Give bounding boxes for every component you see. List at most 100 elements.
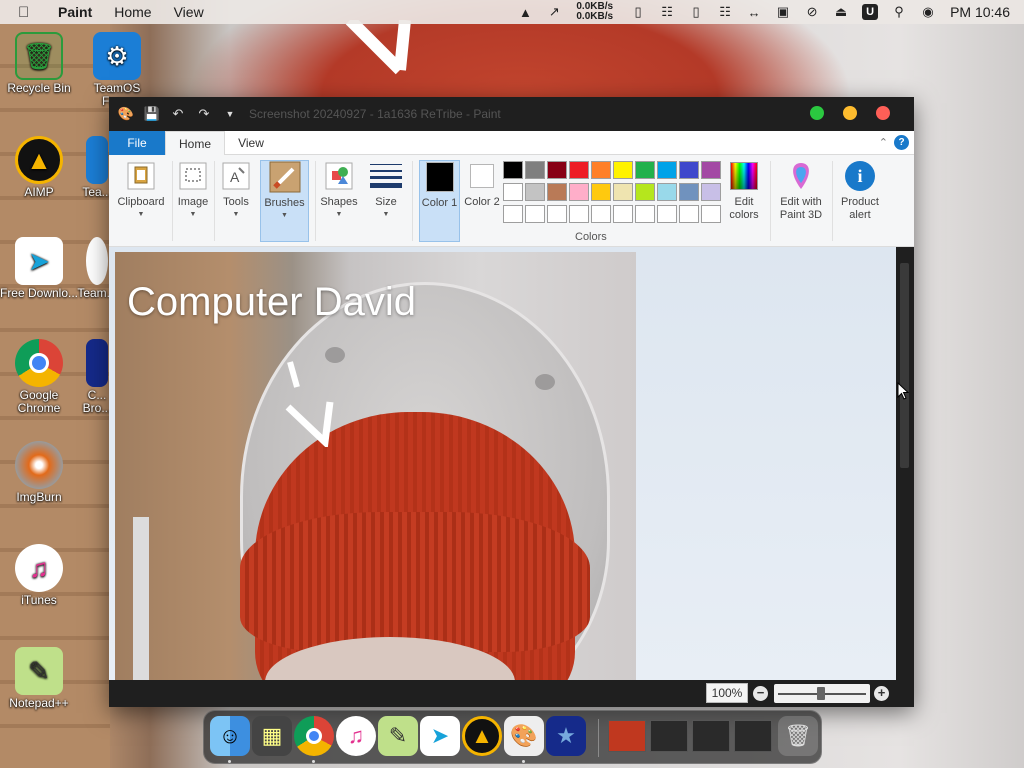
redo-icon[interactable]: ↷ — [195, 105, 213, 123]
phone-icon[interactable]: ▯ — [626, 0, 650, 24]
edit-colors-button[interactable]: Edit colors — [723, 160, 765, 242]
palette-swatch[interactable] — [503, 205, 523, 223]
zoom-slider[interactable] — [774, 684, 870, 703]
scrollbar-thumb[interactable] — [900, 263, 909, 468]
palette-swatch[interactable] — [657, 205, 677, 223]
minimized-window-thumbnail[interactable] — [734, 720, 772, 752]
palette-swatch[interactable] — [569, 205, 589, 223]
app-menu-paint[interactable]: Paint — [58, 4, 92, 20]
menu-view[interactable]: View — [174, 4, 204, 20]
palette-swatch[interactable] — [635, 161, 655, 179]
sliders-icon[interactable]: ☷ — [655, 0, 679, 24]
palette-swatch[interactable] — [591, 161, 611, 179]
edit-with-paint3d-button[interactable]: Edit with Paint 3D — [773, 160, 829, 242]
expand-icon[interactable]: ↗ — [542, 0, 566, 24]
chrome-icon[interactable] — [294, 716, 334, 756]
minimized-window-thumbnail[interactable] — [650, 720, 688, 752]
display-icon[interactable]: ▣ — [771, 0, 795, 24]
tab-home[interactable]: Home — [165, 131, 225, 156]
collapse-ribbon-icon[interactable]: ⌃ — [879, 136, 888, 149]
color1-button[interactable]: Color 1 — [419, 160, 460, 242]
palette-swatch[interactable] — [591, 205, 611, 223]
help-icon[interactable]: ? — [894, 135, 909, 150]
upload-icon[interactable]: ▲ — [513, 0, 537, 24]
palette-swatch[interactable] — [679, 183, 699, 201]
palette-swatch[interactable] — [525, 161, 545, 179]
minimized-window-thumbnail[interactable] — [608, 720, 646, 752]
wifi-off-icon[interactable]: ⊘ — [800, 0, 824, 24]
desktop-icon-itunes[interactable]: ♫ iTunes — [0, 544, 79, 607]
trash-icon[interactable]: 🗑 — [778, 716, 818, 756]
customize-toolbar-icon[interactable]: ▼ — [221, 105, 239, 123]
finder-icon[interactable]: ☺ — [210, 716, 250, 756]
palette-swatch[interactable] — [635, 183, 655, 201]
palette-swatch[interactable] — [591, 183, 611, 201]
undo-icon[interactable]: ↶ — [169, 105, 187, 123]
tab-view[interactable]: View — [225, 131, 277, 155]
image-canvas[interactable]: Computer David — [115, 252, 636, 680]
palette-swatch[interactable] — [679, 205, 699, 223]
zoom-in-button[interactable]: + — [874, 686, 889, 701]
palette-swatch[interactable] — [613, 205, 633, 223]
desktop-icon-aimp[interactable]: ▲ AIMP — [0, 136, 79, 199]
vertical-scrollbar[interactable] — [896, 247, 914, 680]
star-icon[interactable]: ★ — [546, 716, 586, 756]
search-icon[interactable]: ⚲ — [887, 0, 911, 24]
code-icon[interactable]: ↔ — [742, 0, 766, 24]
user-badge-icon[interactable]: U — [858, 0, 882, 24]
minimized-window-thumbnail[interactable] — [692, 720, 730, 752]
palette-swatch[interactable] — [635, 205, 655, 223]
palette-swatch[interactable] — [679, 161, 699, 179]
palette-swatch[interactable] — [701, 183, 721, 201]
network-speed[interactable]: 0.0KB/s 0.0KB/s — [576, 2, 613, 22]
minimize-button[interactable] — [843, 106, 857, 120]
notepad-icon[interactable]: ✎ — [378, 716, 418, 756]
launchpad-icon[interactable]: ▦ — [252, 716, 292, 756]
save-icon[interactable]: 💾 — [143, 105, 161, 123]
palette-swatch[interactable] — [547, 183, 567, 201]
palette-swatch[interactable] — [569, 183, 589, 201]
desktop-icon-recycle-bin[interactable]: 🗑 Recycle Bin — [0, 32, 79, 95]
product-alert-button[interactable]: i Product alert — [835, 160, 885, 242]
zoom-out-button[interactable]: − — [753, 686, 768, 701]
tools-button[interactable]: A Tools ▼ — [217, 160, 255, 242]
shapes-button[interactable]: Shapes ▼ — [318, 160, 360, 242]
eject-icon[interactable]: ⏏ — [829, 0, 853, 24]
desktop-icon-google-chrome[interactable]: Google Chrome — [0, 339, 79, 415]
desktop-icon-notepadpp[interactable]: ✎ Notepad++ — [0, 647, 79, 710]
palette-swatch[interactable] — [701, 205, 721, 223]
palette-swatch[interactable] — [525, 183, 545, 201]
palette-swatch[interactable] — [547, 205, 567, 223]
palette-swatch[interactable] — [503, 161, 523, 179]
palette-swatch[interactable] — [701, 161, 721, 179]
paint-palette-icon[interactable]: 🎨 — [504, 716, 544, 756]
palette-swatch[interactable] — [503, 183, 523, 201]
zoom-slider-handle[interactable] — [817, 687, 825, 700]
maximize-button[interactable] — [810, 106, 824, 120]
brushes-button[interactable]: Brushes ▼ — [260, 160, 309, 242]
palette-swatch[interactable] — [657, 161, 677, 179]
desktop-icon-imgburn[interactable]: ImgBurn — [0, 441, 79, 504]
clipboard-button[interactable]: Clipboard ▼ — [113, 160, 169, 242]
palette-swatch[interactable] — [613, 183, 633, 201]
color2-button[interactable]: Color 2 — [463, 160, 501, 242]
menu-home[interactable]: Home — [114, 4, 151, 20]
zoom-level[interactable]: 100% — [706, 683, 748, 703]
phone2-icon[interactable]: ▯ — [684, 0, 708, 24]
palette-swatch[interactable] — [613, 161, 633, 179]
title-bar[interactable]: 🎨 💾 ↶ ↷ ▼ Screenshot 20240927 - 1a1636 R… — [109, 97, 914, 131]
clock[interactable]: PM 10:46 — [950, 4, 1010, 20]
tab-file[interactable]: File — [109, 131, 165, 155]
palette-swatch[interactable] — [657, 183, 677, 201]
size-button[interactable]: Size ▼ — [365, 160, 407, 242]
palette-swatch[interactable] — [547, 161, 567, 179]
download-arrow-icon[interactable]: ➤ — [420, 716, 460, 756]
palette-swatch[interactable] — [525, 205, 545, 223]
aimp-icon[interactable]: ▲ — [462, 716, 502, 756]
sliders2-icon[interactable]: ☷ — [713, 0, 737, 24]
apple-menu-icon[interactable]:  — [18, 4, 38, 21]
palette-swatch[interactable] — [569, 161, 589, 179]
control-center-icon[interactable]: ◉ — [916, 0, 940, 24]
image-button[interactable]: Image ▼ — [175, 160, 211, 242]
close-button[interactable] — [876, 106, 890, 120]
